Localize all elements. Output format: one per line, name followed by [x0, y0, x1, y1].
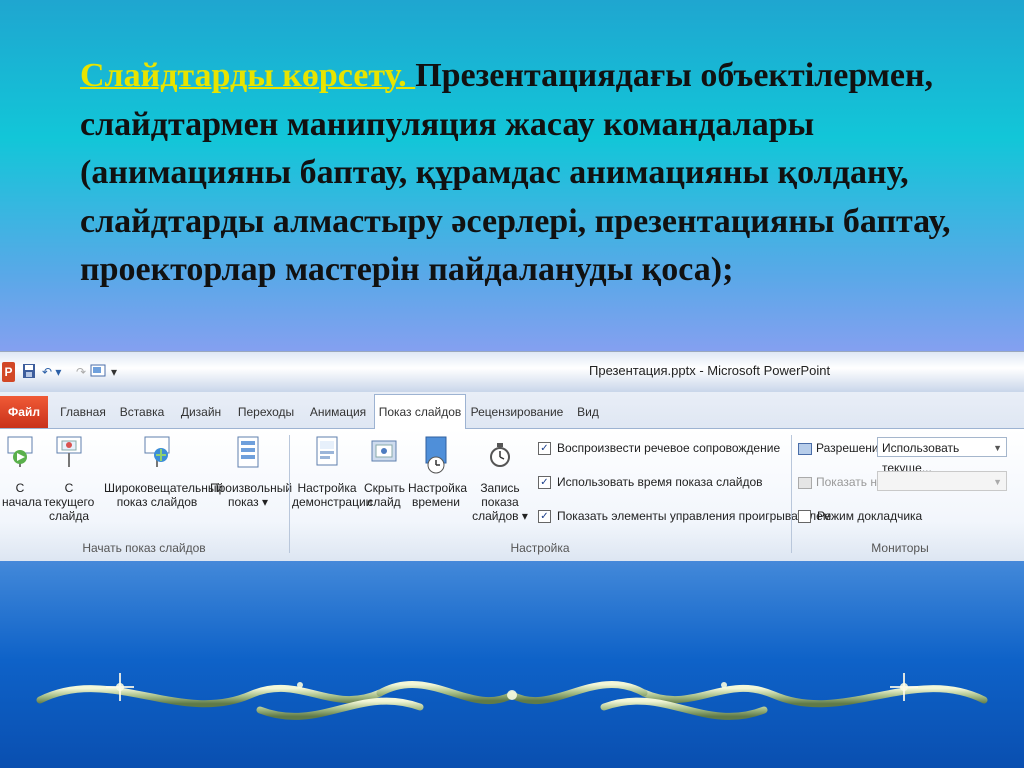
- slide-body-text: Слайдтарды көрсету. Презентациядағы объе…: [80, 52, 960, 295]
- record-show-button[interactable]: Запись показа слайдов ▾: [464, 435, 536, 523]
- tab-home[interactable]: Главная: [58, 400, 108, 424]
- tab-animation[interactable]: Анимация: [306, 400, 370, 424]
- custom-show-icon: [237, 436, 259, 468]
- narration-label: Воспроизвести речевое сопровождение: [557, 441, 781, 455]
- powerpoint-logo-icon[interactable]: P: [2, 362, 15, 382]
- broadcast-label-2: показ слайдов: [116, 495, 198, 509]
- rehearse-icon: [425, 436, 447, 474]
- record-label-1: Запись показа: [480, 481, 520, 509]
- save-icon[interactable]: [22, 363, 36, 381]
- tab-view[interactable]: Вид: [570, 400, 606, 424]
- group-separator: [791, 435, 792, 553]
- broadcast-button[interactable]: Широковещательный показ слайдов: [104, 435, 223, 509]
- broadcast-icon: [144, 436, 170, 467]
- setup-show-label-2: демонстрации: [292, 495, 373, 509]
- qat-customize-icon[interactable]: ▾: [111, 363, 117, 381]
- resolution-value: Использовать текуще...: [882, 441, 960, 475]
- from-current-button[interactable]: С текущего слайда: [40, 435, 98, 523]
- undo-icon[interactable]: ↶ ▾: [42, 363, 61, 381]
- chevron-down-icon: ▼: [993, 477, 1002, 487]
- group-start-label: Начать показ слайдов: [82, 541, 206, 555]
- setup-icon: [316, 436, 338, 466]
- hide-slide-label-1: Скрыть: [364, 481, 405, 495]
- redo-icon[interactable]: ↷: [76, 363, 86, 381]
- checkbox-checked-icon[interactable]: ✓: [538, 476, 551, 490]
- tab-transitions[interactable]: Переходы: [234, 400, 298, 424]
- rehearse-timings-button[interactable]: Настройка времени: [408, 435, 468, 509]
- from-current-label-1: С текущего: [43, 481, 95, 509]
- hide-slide-icon: [371, 440, 397, 462]
- from-start-label-1: С: [15, 481, 25, 495]
- record-icon: [490, 443, 510, 467]
- rehearse-label-2: времени: [412, 495, 460, 509]
- from-start-label-2: начала: [2, 495, 42, 509]
- ribbon-tabs: Файл Главная Вставка Дизайн Переходы Ани…: [0, 392, 1024, 429]
- resolution-dropdown[interactable]: Использовать текуще... ▼: [877, 437, 1007, 475]
- custom-show-button[interactable]: Произвольный показ ▾: [210, 435, 292, 509]
- setup-show-label-1: Настройка: [297, 481, 357, 495]
- record-label-2: слайдов ▾: [472, 509, 528, 523]
- controls-label: Показать элементы управления проигрывате…: [557, 509, 832, 523]
- hide-slide-button[interactable]: Скрыть слайд: [364, 435, 405, 509]
- window-title: Презентация.pptx - Microsoft PowerPoint: [589, 363, 831, 378]
- slide-heading-highlight: Слайдтарды көрсету.: [80, 57, 416, 94]
- from-current-label-2: слайда: [48, 509, 90, 523]
- custom-show-label-2: показ ▾: [227, 495, 269, 509]
- tab-slide-show[interactable]: Показ слайдов: [374, 394, 466, 429]
- narration-checkbox-row[interactable]: ✓ Воспроизвести речевое сопровождение: [538, 439, 780, 457]
- presenter-view-row[interactable]: Режим докладчика: [798, 507, 922, 525]
- tab-insert[interactable]: Вставка: [116, 400, 168, 424]
- setup-show-button[interactable]: Настройка демонстрации: [292, 435, 372, 509]
- checkbox-checked-icon[interactable]: ✓: [538, 510, 551, 524]
- timings-checkbox-row[interactable]: ✓ Использовать время показа слайдов: [538, 473, 763, 491]
- checkbox-checked-icon[interactable]: ✓: [538, 442, 551, 456]
- tab-design[interactable]: Дизайн: [176, 400, 226, 424]
- ornament-decoration: [36, 673, 988, 720]
- projector-icon: [56, 436, 82, 467]
- broadcast-label-1: Широковещательный: [104, 481, 224, 495]
- show-on-dropdown[interactable]: ▼: [877, 471, 1007, 491]
- hide-slide-label-2: слайд: [367, 495, 401, 509]
- powerpoint-ribbon-screenshot: P ↶ ▾ ↷ ▾ Презентация.pptx - Microsoft P…: [0, 351, 1024, 561]
- ribbon-panel: С начала С текущего слайда Широковещател…: [0, 429, 1024, 561]
- resolution-icon: [798, 442, 812, 455]
- timings-label: Использовать время показа слайдов: [557, 475, 763, 489]
- resolution-row: Разрешение:: [798, 439, 889, 457]
- title-bar: P ↶ ▾ ↷ ▾ Презентация.pptx - Microsoft P…: [0, 352, 1024, 392]
- checkbox-unchecked-icon[interactable]: [798, 510, 811, 524]
- rehearse-label-1: Настройка: [408, 481, 468, 495]
- slideshow-qat-icon[interactable]: [90, 363, 108, 381]
- controls-checkbox-row[interactable]: ✓ Показать элементы управления проигрыват…: [538, 507, 831, 525]
- tab-file[interactable]: Файл: [0, 396, 48, 428]
- monitor-icon: [798, 476, 812, 489]
- tab-review[interactable]: Рецензирование: [470, 400, 564, 424]
- group-setup-label: Настройка: [510, 541, 570, 555]
- show-on-row: Показать на:: [798, 473, 887, 491]
- presenter-view-label: Режим докладчика: [817, 509, 923, 523]
- group-monitors-label: Мониторы: [871, 541, 929, 555]
- group-separator: [289, 435, 290, 553]
- custom-show-label-1: Произвольный: [210, 481, 293, 495]
- from-start-button[interactable]: С начала: [2, 435, 42, 509]
- projector-icon: [7, 436, 33, 467]
- chevron-down-icon: ▼: [993, 443, 1002, 453]
